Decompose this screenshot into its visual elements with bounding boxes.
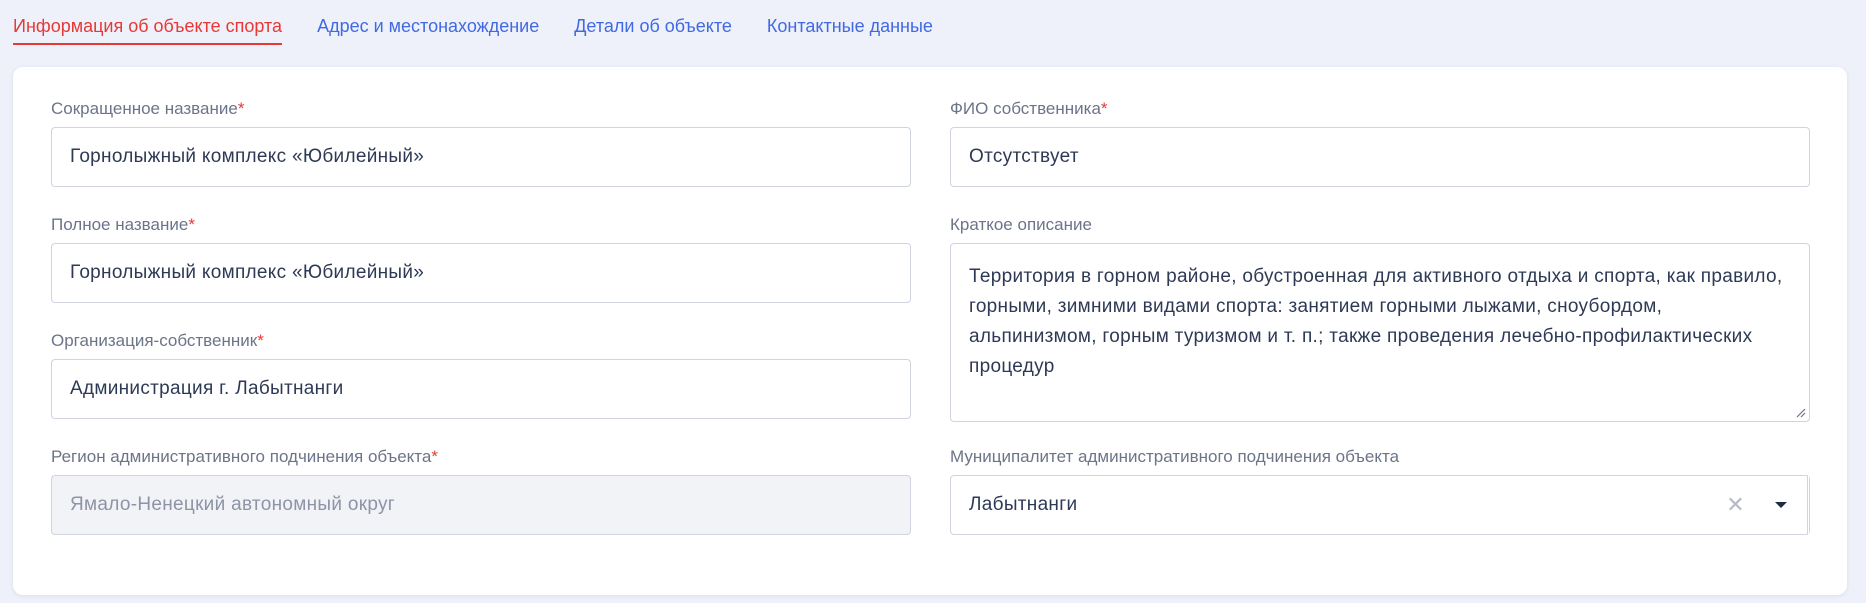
- tab-address-location[interactable]: Адрес и местонахождение: [317, 0, 539, 45]
- chevron-down-icon[interactable]: [1775, 502, 1787, 508]
- municipality-field: Муниципалитет административного подчинен…: [950, 445, 1810, 535]
- full-name-field: Полное название* Горнолыжный комплекс «Ю…: [51, 213, 911, 303]
- municipality-value: Лабытнанги: [969, 494, 1078, 515]
- tab-sport-object-info[interactable]: Информация об объекте спорта: [13, 0, 283, 45]
- full-name-label: Полное название*: [51, 215, 195, 234]
- short-name-label: Сокращенное название*: [51, 99, 245, 118]
- short-name-field: Сокращенное название* Горнолыжный компле…: [51, 97, 911, 187]
- short-name-input[interactable]: Горнолыжный комплекс «Юбилейный»: [51, 127, 911, 187]
- full-name-input[interactable]: Горнолыжный комплекс «Юбилейный»: [51, 243, 911, 303]
- required-mark: *: [188, 215, 195, 234]
- owner-org-field: Организация-собственник* Администрация г…: [51, 329, 911, 419]
- owner-fio-field: ФИО собственника* Отсутствует: [950, 97, 1810, 187]
- municipality-select[interactable]: Лабытнанги ✕: [950, 475, 1810, 535]
- clear-icon[interactable]: ✕: [1726, 476, 1745, 534]
- form-card: Сокращенное название* Горнолыжный компле…: [13, 67, 1847, 595]
- description-text: Территория в горном районе, обустроенная…: [969, 266, 1783, 377]
- region-input: Ямало-Ненецкий автономный округ: [51, 475, 911, 535]
- municipality-label: Муниципалитет административного подчинен…: [950, 447, 1400, 466]
- required-mark: *: [257, 331, 264, 350]
- required-mark: *: [1100, 99, 1108, 118]
- required-mark: *: [237, 99, 245, 118]
- owner-fio-label: ФИО собственника*: [950, 99, 1108, 118]
- tab-bar: Информация об объекте спорта Адрес и мес…: [13, 0, 968, 50]
- owner-fio-input[interactable]: Отсутствует: [950, 127, 1810, 187]
- tab-contact-data[interactable]: Контактные данные: [767, 0, 933, 45]
- select-divider: [1807, 476, 1809, 534]
- resize-handle-icon[interactable]: [1796, 408, 1806, 418]
- description-textarea[interactable]: Территория в горном районе, обустроенная…: [950, 243, 1810, 422]
- description-label: Краткое описание: [950, 215, 1092, 234]
- description-field: Краткое описание Территория в горном рай…: [950, 213, 1810, 422]
- owner-org-input[interactable]: Администрация г. Лабытнанги: [51, 359, 911, 419]
- region-field: Регион административного подчинения объе…: [51, 445, 911, 535]
- required-mark: *: [431, 447, 438, 466]
- region-label: Регион административного подчинения объе…: [51, 447, 438, 466]
- owner-org-label: Организация-собственник*: [51, 331, 264, 350]
- tab-object-details[interactable]: Детали об объекте: [574, 0, 732, 45]
